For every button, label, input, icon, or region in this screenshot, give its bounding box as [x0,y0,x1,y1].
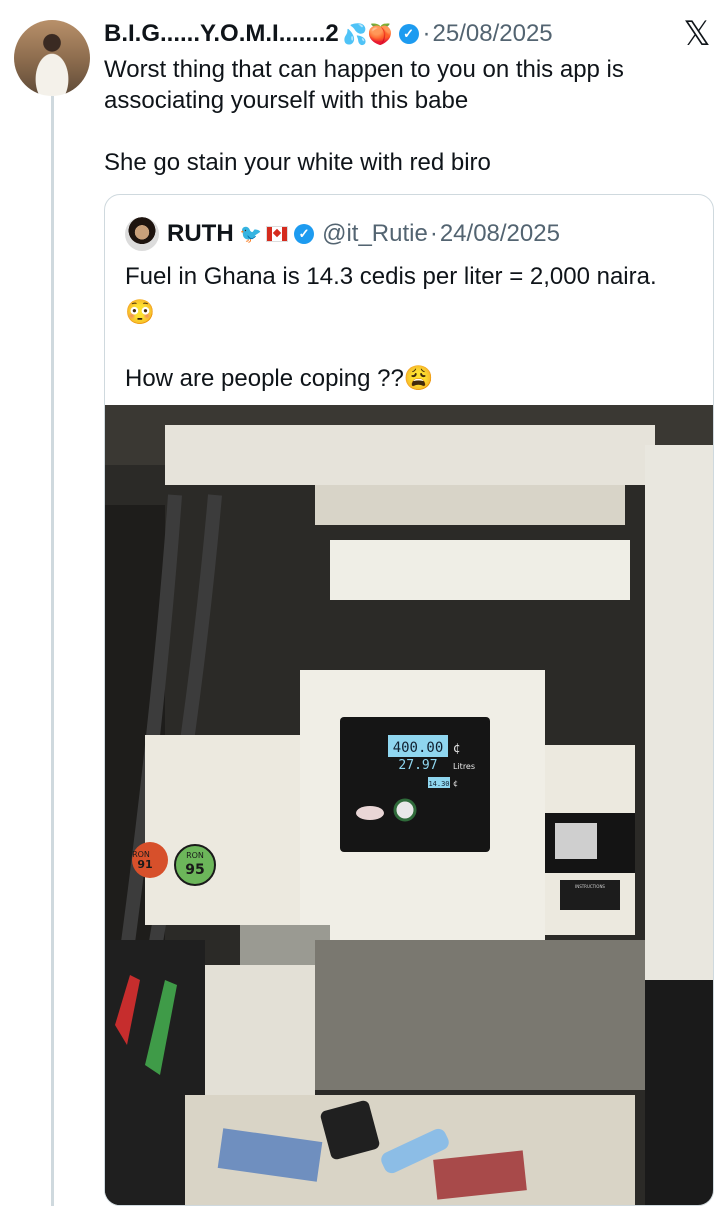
post-date[interactable]: 25/08/2025 [433,20,553,48]
post-header: B.I.G......Y.O.M.I.......2 💦🍑 ✓ · 25/08/… [104,16,553,52]
post-text-line: associating yourself with this babe [104,87,469,114]
ron-95-value: 95 [185,862,204,878]
quoted-post-header: RUTH 🐦 ✓ @it_Rutie · 24/08/2025 [125,217,560,251]
ron-95-label: RON [186,851,204,860]
quoted-text-emoji: 😳 [125,299,155,326]
pump-lower-right [645,980,713,1205]
verified-badge-icon: ✓ [294,224,315,244]
quoted-date[interactable]: 24/08/2025 [440,220,560,248]
date-separator: · [422,20,431,47]
pump-light-bar [315,485,625,525]
author-avatar[interactable] [14,20,90,96]
author-name-emojis: 💦🍑 [342,23,393,46]
quoted-post-body: Fuel in Ghana is 14.3 cedis per liter = … [125,259,695,397]
canada-flag-icon [266,226,289,242]
date-separator: · [429,220,438,247]
x-logo-icon[interactable]: 𝕏 [680,14,714,54]
quoted-text-line: Fuel in Ghana is 14.3 cedis per liter = … [125,263,657,290]
litres-reading: 27.97 [398,758,437,773]
quoted-text-line: How are people coping ??😩 [125,365,434,392]
brand-logo-sticker [356,806,384,820]
twitter-bird-icon: 🐦 [239,223,263,244]
ron-91-value: 91 [137,858,152,871]
quoted-post-card[interactable]: RUTH 🐦 ✓ @it_Rutie · 24/08/2025 Fuel in … [104,194,714,1206]
background-forecourt [315,940,645,1090]
keypad-keys [555,823,597,859]
amount-reading: 400.00 [393,740,444,756]
green-badge-sticker [393,798,417,822]
quoted-author-name[interactable]: RUTH [167,220,234,248]
quoted-author-avatar[interactable] [125,217,159,251]
author-name[interactable]: B.I.G......Y.O.M.I.......2 [104,20,339,48]
post-text-line: Worst thing that can happen to you on th… [104,56,624,83]
litres-label: Litres [453,762,475,771]
fuel-pump-photo[interactable]: 400.00 ¢ 27.97 Litres 14.30 ¢ RON 91 RON… [105,405,713,1205]
instructions-label: INSTRUCTIONS [575,884,605,889]
pump-sign-panel [330,540,630,600]
post-body: Worst thing that can happen to you on th… [104,54,704,178]
amount-currency: ¢ [453,741,461,755]
pump-top-frame [165,425,655,485]
unit-price-currency: ¢ [453,779,458,788]
thread-connector-line [51,96,54,1206]
quoted-handle[interactable]: @it_Rutie [322,220,428,248]
post-text-line: She go stain your white with red biro [104,149,491,176]
verified-badge-icon: ✓ [398,24,419,44]
unit-price-reading: 14.30 [428,780,449,788]
